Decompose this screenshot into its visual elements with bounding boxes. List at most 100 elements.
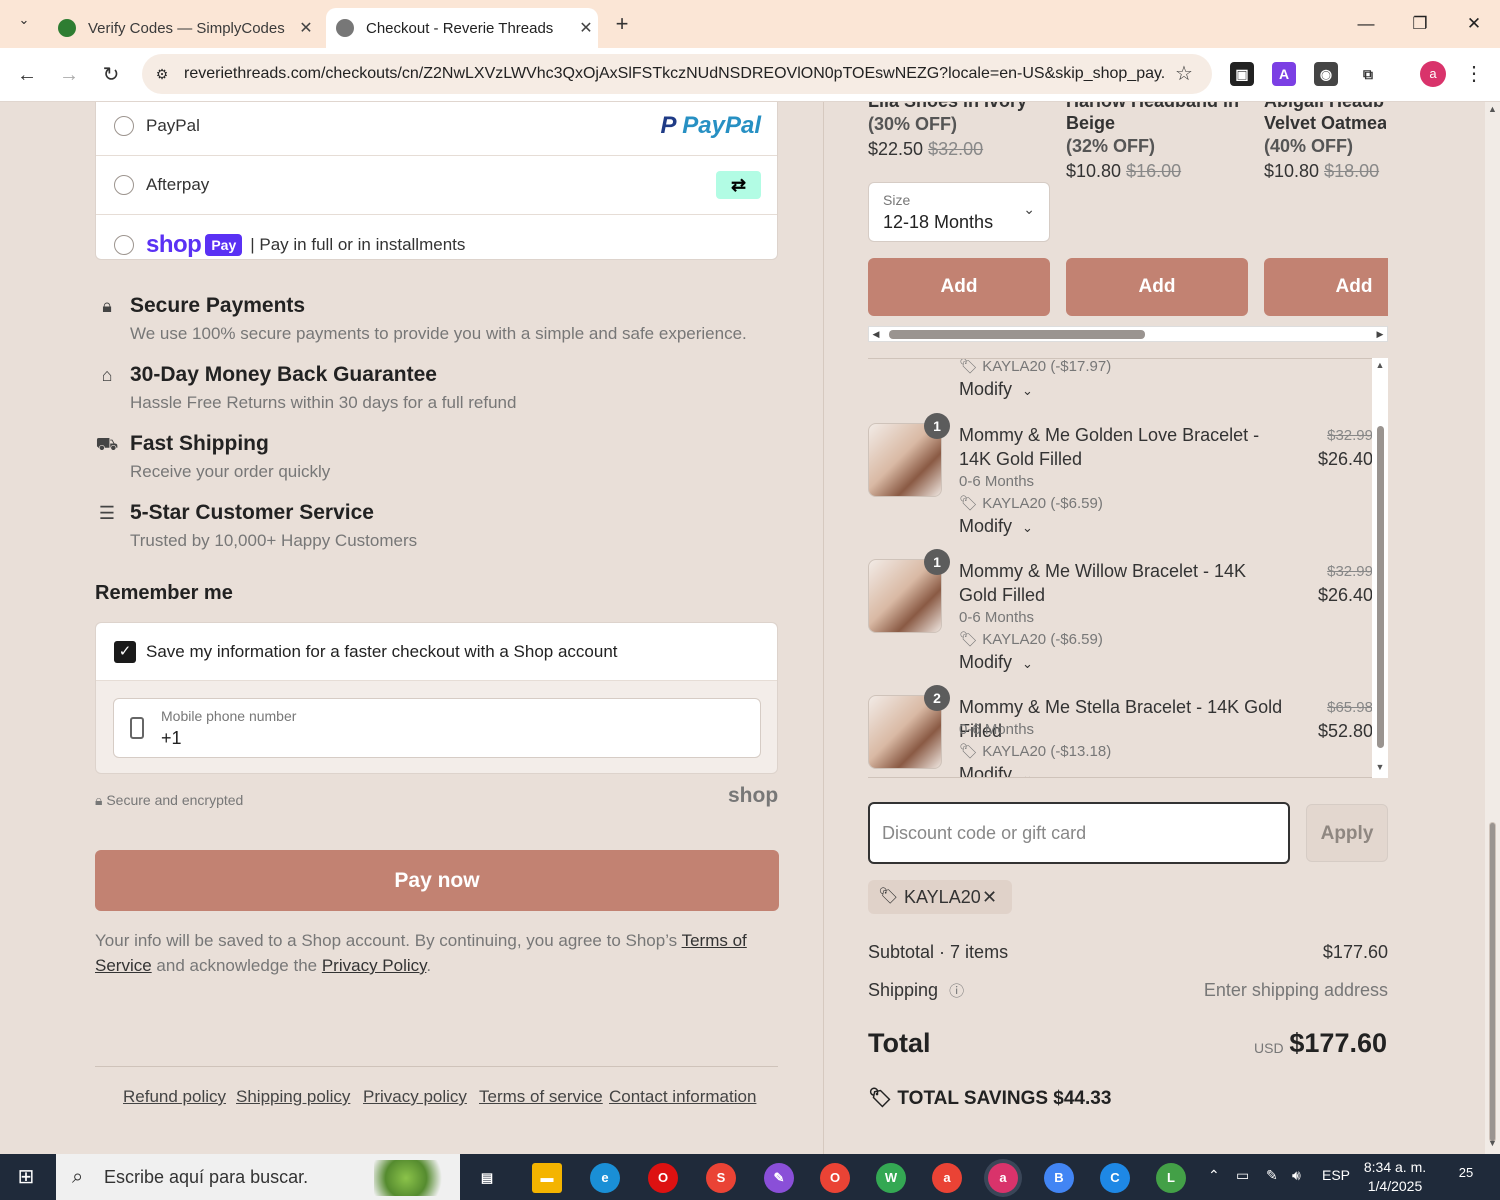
footer-privacy-policy[interactable]: Privacy policy xyxy=(363,1087,467,1107)
cart-items-scrollbar[interactable]: ▲ ▼ xyxy=(1372,358,1388,778)
tab-simplycodes[interactable]: Verify Codes — SimplyCodes ✕ xyxy=(48,8,318,48)
chrome-profile-b-icon[interactable]: B xyxy=(1044,1163,1074,1193)
size-value: 12-18 Months xyxy=(883,212,994,232)
close-tab-icon[interactable]: ✕ xyxy=(294,18,318,38)
item-modify[interactable]: Modify ⌄ xyxy=(959,652,1033,673)
save-info-row[interactable]: ✓ Save my information for a faster check… xyxy=(96,623,777,681)
item-modify[interactable]: Modify ⌄ xyxy=(959,516,1033,537)
remember-me-box: ✓ Save my information for a faster check… xyxy=(95,622,778,774)
scroll-up-icon[interactable]: ▲ xyxy=(1372,360,1388,374)
feather-app-icon[interactable]: ✎ xyxy=(764,1163,794,1193)
radio-paypal[interactable] xyxy=(114,116,134,136)
subtotal-row: Subtotal · 7 items $177.60 xyxy=(868,942,1388,963)
chevron-down-icon: ⌄ xyxy=(1023,201,1035,217)
scrollbar-thumb[interactable] xyxy=(1377,426,1384,748)
extension-a-icon[interactable]: A xyxy=(1272,62,1296,86)
payment-option-paypal[interactable]: PayPal P PayPal xyxy=(96,102,777,156)
footer-terms-of-service[interactable]: Terms of service xyxy=(479,1087,603,1107)
feature-subtitle: Trusted by 10,000+ Happy Customers xyxy=(130,531,418,550)
close-window-icon[interactable]: ✕ xyxy=(1454,10,1494,38)
radio-afterpay[interactable] xyxy=(114,175,134,195)
remove-code-icon[interactable]: ✕ xyxy=(982,880,997,914)
opera-icon[interactable]: O xyxy=(648,1163,678,1193)
scrollbar-thumb[interactable] xyxy=(1489,822,1496,1142)
edge-icon[interactable]: e xyxy=(590,1163,620,1193)
scroll-left-icon[interactable]: ◀ xyxy=(869,327,883,341)
scroll-down-icon[interactable]: ▼ xyxy=(1372,762,1388,776)
chrome-profile-o-icon[interactable]: O xyxy=(820,1163,850,1193)
tray-chevron-icon[interactable]: ⌃ xyxy=(1208,1167,1220,1184)
taskbar-search[interactable]: ⌕ Escribe aquí para buscar. xyxy=(56,1154,460,1200)
footer-shipping-policy[interactable]: Shipping policy xyxy=(236,1087,350,1107)
discount-code-field[interactable] xyxy=(868,802,1290,864)
pen-icon[interactable]: ✎ xyxy=(1266,1167,1278,1184)
browser-menu-icon[interactable]: ⋮ xyxy=(1462,61,1486,87)
volume-icon[interactable]: 🔊︎ xyxy=(1292,1167,1301,1184)
shipping-value: Enter shipping address xyxy=(1203,980,1388,1000)
extensions-puzzle-icon[interactable]: ⧉ xyxy=(1356,62,1380,86)
windows-start-icon[interactable]: ⊞ xyxy=(14,1165,38,1189)
payment-option-shoppay[interactable]: shop Pay | Pay in full or in installment… xyxy=(96,215,777,274)
save-info-checkbox[interactable]: ✓ xyxy=(114,640,136,663)
bookmark-star-icon[interactable]: ☆ xyxy=(1172,62,1196,86)
scroll-right-icon[interactable]: ▶ xyxy=(1373,327,1387,341)
tag-icon: 🏷︎ xyxy=(959,358,983,375)
task-view-icon[interactable]: ▤ xyxy=(472,1163,502,1193)
reload-icon[interactable]: ↻ xyxy=(96,60,126,90)
remember-me-title: Remember me xyxy=(95,582,233,604)
add-button[interactable]: Add xyxy=(1264,258,1388,316)
recommendations-scrollbar[interactable]: ◀ ▶ xyxy=(868,326,1388,342)
scroll-down-icon[interactable]: ▼ xyxy=(1485,1138,1500,1152)
clock[interactable]: 8:34 a. m. 1/4/2025 xyxy=(1360,1158,1430,1196)
extension-icon[interactable]: ▣ xyxy=(1230,62,1254,86)
file-explorer-icon[interactable]: ▬ xyxy=(532,1163,562,1193)
size-select[interactable]: Size 12-18 Months ⌄ xyxy=(868,182,1050,242)
tag-icon: 🏷︎ xyxy=(959,495,983,512)
page-scrollbar[interactable]: ▲ ▼ xyxy=(1485,102,1500,1154)
apply-button[interactable]: Apply xyxy=(1306,804,1388,862)
privacy-link[interactable]: Privacy Policy xyxy=(322,956,427,975)
discount-code-input[interactable] xyxy=(882,818,1272,848)
tab-search-menu-icon[interactable]: ⌄ xyxy=(10,12,38,36)
scrollbar-thumb[interactable] xyxy=(889,330,1145,339)
rec-orig-price: $16.00 xyxy=(1126,161,1182,181)
chrome-profile-l-icon[interactable]: L xyxy=(1156,1163,1186,1193)
phone-value[interactable]: +1 xyxy=(161,728,182,749)
profile-avatar[interactable]: a xyxy=(1420,61,1446,87)
add-button[interactable]: Add xyxy=(1066,258,1248,316)
tab-checkout[interactable]: Checkout - Reverie Threads ✕ xyxy=(326,8,598,48)
item-modify[interactable]: Modify ⌄ xyxy=(959,764,1033,777)
footer-refund-policy[interactable]: Refund policy xyxy=(123,1087,226,1107)
help-circle-icon[interactable]: ⓘ xyxy=(949,983,964,1000)
chrome-profile-c-icon[interactable]: C xyxy=(1100,1163,1130,1193)
radio-shoppay[interactable] xyxy=(114,234,134,255)
notifications-icon[interactable]: 25 xyxy=(1448,1165,1484,1189)
new-tab-button[interactable]: + xyxy=(608,10,636,38)
extension-robot-icon[interactable]: ◉ xyxy=(1314,62,1338,86)
url-text[interactable]: reveriethreads.com/checkouts/cn/Z2NwLXVz… xyxy=(184,65,1164,83)
address-bar[interactable]: ⚙ reveriethreads.com/checkouts/cn/Z2NwLX… xyxy=(142,54,1212,94)
chrome-profile-active-icon[interactable]: a xyxy=(988,1163,1018,1193)
footer-contact-information[interactable]: Contact information xyxy=(609,1087,756,1107)
add-button[interactable]: Add xyxy=(868,258,1050,316)
restore-icon[interactable]: ❐ xyxy=(1400,10,1440,38)
tab-label: Verify Codes — SimplyCodes xyxy=(88,19,285,37)
language-indicator[interactable]: ESP xyxy=(1322,1167,1350,1183)
chrome-profile-a-icon[interactable]: a xyxy=(932,1163,962,1193)
pay-now-button[interactable]: Pay now xyxy=(95,850,779,911)
site-settings-icon[interactable]: ⚙ xyxy=(152,64,172,84)
chrome-profile-s-icon[interactable]: S xyxy=(706,1163,736,1193)
back-icon[interactable]: ← xyxy=(12,60,42,90)
item-discount: 🏷︎ KAYLA20 (-$13.18) xyxy=(959,742,1111,760)
shoppay-logo-word: shop xyxy=(146,230,202,258)
minimize-icon[interactable]: — xyxy=(1346,10,1386,38)
chrome-profile-w-icon[interactable]: W xyxy=(876,1163,906,1193)
payment-option-afterpay[interactable]: Afterpay ⇄ xyxy=(96,156,777,215)
network-icon[interactable]: ▭ xyxy=(1236,1167,1249,1184)
item-modify[interactable]: Modify ⌄ xyxy=(959,379,1033,400)
scroll-up-icon[interactable]: ▲ xyxy=(1485,104,1500,118)
item-name: Mommy & Me Golden Love Bracelet - 14K Go… xyxy=(959,425,1260,469)
phone-field[interactable]: Mobile phone number +1 xyxy=(113,698,761,758)
close-tab-icon[interactable]: ✕ xyxy=(574,18,598,38)
forward-icon[interactable]: → xyxy=(54,60,84,90)
